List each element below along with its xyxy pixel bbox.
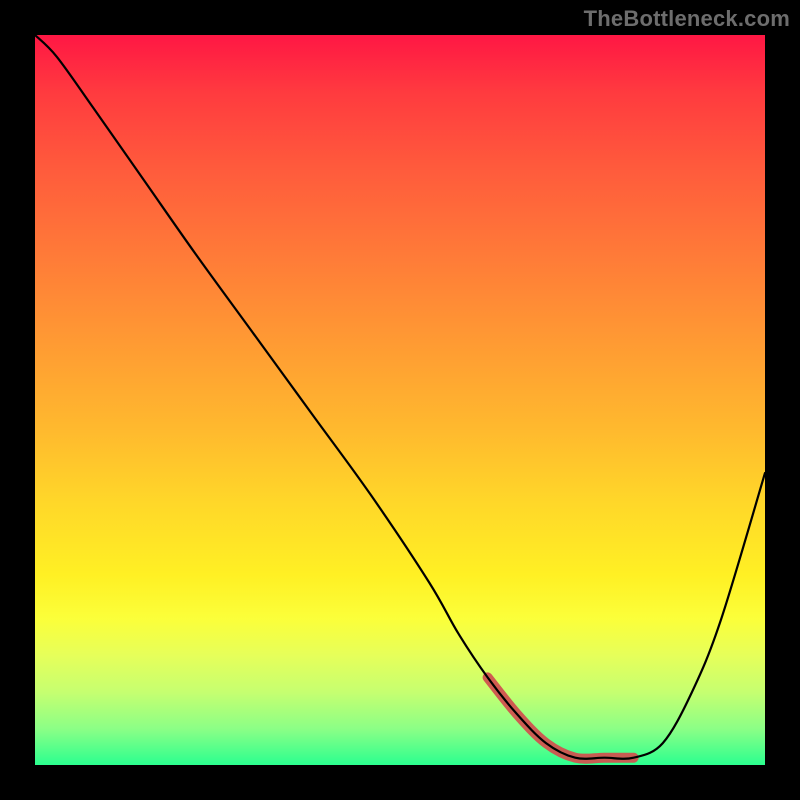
- valley-highlight: [488, 677, 634, 758]
- curve-svg: [35, 35, 765, 765]
- chart-frame: TheBottleneck.com: [0, 0, 800, 800]
- plot-area: [35, 35, 765, 765]
- main-curve: [35, 35, 765, 759]
- watermark-text: TheBottleneck.com: [584, 6, 790, 32]
